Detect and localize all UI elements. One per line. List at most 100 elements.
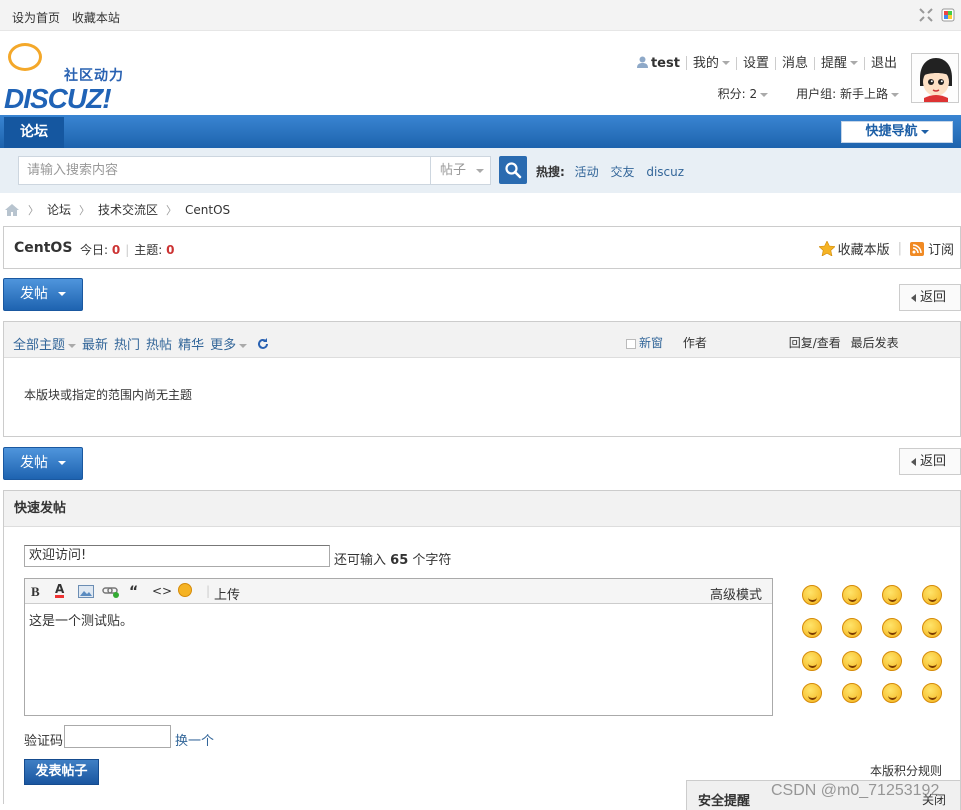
search-scope-select[interactable]: 帖子 (430, 156, 491, 185)
menu-my[interactable]: 我的 (687, 56, 737, 70)
empty-message: 本版块或指定的范围内尚无主题 (24, 388, 193, 402)
chevron-down-icon (721, 61, 730, 65)
new-window-checkbox[interactable]: 新窗 (626, 336, 663, 350)
smiley-icon[interactable] (842, 585, 862, 605)
captcha-refresh-link[interactable]: 换一个 (175, 730, 214, 749)
home-icon[interactable] (4, 203, 20, 217)
tab-forum[interactable]: 论坛 (4, 117, 64, 148)
chevron-down-icon (58, 461, 66, 465)
menu-settings[interactable]: 设置 (737, 56, 776, 70)
user-name-item[interactable]: test (631, 56, 687, 70)
back-button[interactable]: 返回 (899, 284, 961, 311)
smiley-icon[interactable] (922, 683, 942, 703)
star-icon (817, 240, 836, 257)
subscribe-button[interactable]: 订阅 (909, 239, 954, 258)
search-input[interactable]: 请输入搜索内容 (18, 156, 431, 185)
bookmark-link[interactable]: 收藏本站 (72, 11, 120, 25)
post-editor: B A “ <> | 上传 高级模式 这是一个测试贴。 (24, 578, 773, 716)
code-icon[interactable]: <> (152, 584, 172, 598)
smiley-panel (794, 579, 944, 709)
smiley-icon[interactable] (922, 651, 942, 671)
thread-list: 全部主题 最新 热门 热帖 精华 更多 新窗 作者 回复/查看 最后发表 本版块… (3, 321, 961, 437)
fullscreen-icon[interactable] (919, 8, 933, 22)
filter-popular[interactable]: 热门 (114, 334, 140, 353)
smiley-icon[interactable] (882, 683, 902, 703)
refresh-icon[interactable] (257, 337, 269, 350)
search-bar: 请输入搜索内容 帖子 热搜: 活动 交友 discuz (0, 148, 961, 193)
smiley-icon[interactable] (922, 585, 942, 605)
menu-messages[interactable]: 消息 (776, 56, 815, 70)
chevron-down-icon (58, 292, 66, 296)
breadcrumb-category[interactable]: 技术交流区 (98, 201, 158, 218)
smiley-icon[interactable] (922, 618, 942, 638)
today-count: 0 (111, 243, 121, 257)
reply-view-column: 回复/查看 (788, 336, 841, 350)
top-bar: 设为首页 收藏本站 (0, 0, 961, 31)
submit-post-button[interactable]: 发表帖子 (24, 759, 99, 785)
security-reminder-title: 安全提醒 (698, 794, 751, 809)
quick-nav-button[interactable]: 快捷导航 (841, 121, 953, 143)
menu-logout[interactable]: 退出 (865, 57, 903, 70)
menu-reminders[interactable]: 提醒 (815, 56, 865, 70)
smiley-icon[interactable] (842, 683, 862, 703)
hot-label: 热搜: (536, 165, 565, 179)
chevron-right-icon: 〉 (28, 203, 39, 217)
avatar[interactable] (911, 53, 959, 103)
board-rules-link[interactable]: 本版积分规则 (870, 762, 942, 779)
color-scheme-icon[interactable] (941, 8, 955, 22)
filter-all[interactable]: 全部主题 (13, 334, 77, 353)
hot-term[interactable]: 活动 (575, 165, 599, 179)
upload-button[interactable]: 上传 (214, 584, 240, 603)
smiley-icon[interactable] (882, 618, 902, 638)
chevron-down-icon (239, 343, 248, 348)
filter-hot[interactable]: 热帖 (146, 334, 172, 353)
favorite-board-button[interactable]: 收藏本版 (817, 239, 890, 258)
image-icon[interactable] (78, 585, 94, 598)
back-arrow-icon (911, 293, 916, 302)
font-color-icon[interactable]: A (55, 583, 65, 598)
filter-latest[interactable]: 最新 (82, 334, 108, 353)
chevron-down-icon (760, 92, 769, 97)
author-column: 作者 (682, 336, 707, 350)
main-nav: 论坛 快捷导航 (0, 115, 961, 148)
post-title-input[interactable]: 欢迎访问! (24, 545, 330, 567)
link-icon[interactable] (102, 586, 120, 598)
set-home-link[interactable]: 设为首页 (12, 11, 60, 25)
chevron-down-icon (891, 92, 899, 97)
filter-more[interactable]: 更多 (210, 334, 248, 353)
hot-searches: 热搜: 活动 交友 discuz (536, 163, 692, 180)
advanced-mode-link[interactable]: 高级模式 (710, 584, 762, 603)
new-post-button[interactable]: 发帖 (3, 278, 83, 311)
smiley-icon[interactable] (842, 618, 862, 638)
back-button[interactable]: 返回 (899, 448, 961, 475)
quote-icon[interactable]: “ (129, 584, 138, 600)
smiley-icon[interactable] (178, 583, 192, 597)
smiley-icon[interactable] (882, 585, 902, 605)
bold-icon[interactable]: B (31, 584, 40, 600)
smiley-icon[interactable] (882, 651, 902, 671)
smiley-icon[interactable] (802, 618, 822, 638)
quick-post-heading: 快速发帖 (4, 491, 960, 527)
chevron-right-icon: 〉 (79, 203, 91, 217)
points-dropdown[interactable]: 积分: 2 (718, 85, 769, 102)
chevron-down-icon (920, 129, 929, 134)
search-button[interactable] (499, 156, 527, 184)
filter-digest[interactable]: 精华 (178, 334, 204, 353)
smiley-icon[interactable] (802, 683, 822, 703)
captcha-input[interactable] (64, 725, 171, 748)
smiley-icon[interactable] (802, 585, 822, 605)
smiley-icon[interactable] (842, 651, 862, 671)
hot-term[interactable]: discuz (646, 165, 684, 179)
new-post-button[interactable]: 发帖 (3, 447, 83, 480)
topics-count: 0 (166, 243, 175, 257)
rss-icon (909, 242, 924, 256)
breadcrumb-board[interactable]: CentOS (185, 203, 230, 217)
usergroup-dropdown[interactable]: 用户组: 新手上路 (796, 85, 899, 102)
smiley-icon[interactable] (802, 651, 822, 671)
post-body-textarea[interactable]: 这是一个测试贴。 (25, 604, 772, 635)
logo-tagline: 社区动力 (64, 68, 124, 84)
breadcrumb-forum[interactable]: 论坛 (47, 201, 71, 218)
chevron-down-icon (476, 168, 485, 173)
discuz-logo[interactable]: 社区动力 DISCUZ! (4, 41, 144, 114)
hot-term[interactable]: 交友 (610, 165, 634, 179)
